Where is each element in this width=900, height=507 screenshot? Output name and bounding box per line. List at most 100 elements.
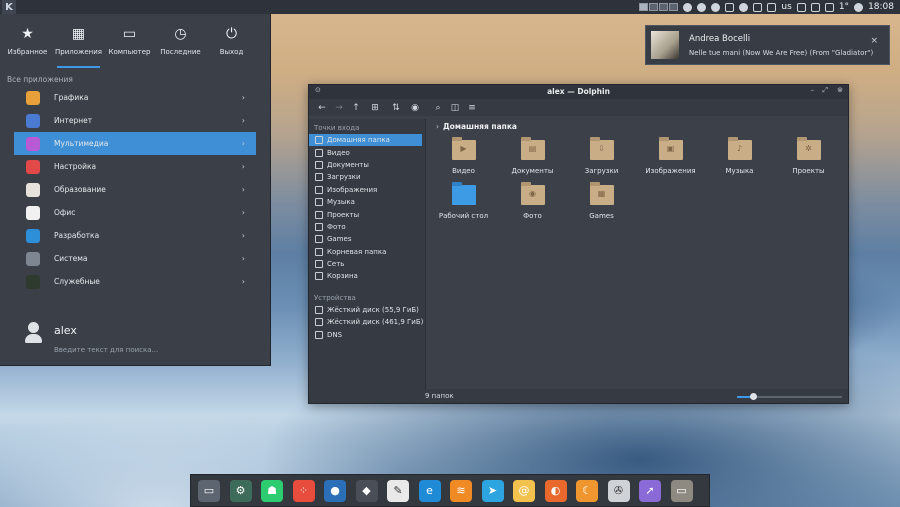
places-item[interactable]: Изображения	[309, 184, 425, 196]
tab-computer[interactable]: ▭ Компьютер	[104, 14, 155, 68]
split-view-icon[interactable]: ◫	[450, 103, 460, 113]
cursor-app-icon[interactable]: ➚	[639, 479, 661, 502]
screen-app-icon[interactable]: ▭	[198, 479, 220, 502]
tab-favorites[interactable]: ★ Избранное	[2, 14, 53, 68]
tab-applications[interactable]: ▦ Приложения	[53, 14, 104, 68]
rss-app-icon[interactable]: ≋	[450, 479, 472, 502]
menu-item[interactable]: Настройка ›	[14, 155, 256, 178]
menu-item[interactable]: Офис ›	[14, 201, 256, 224]
phone-icon[interactable]	[796, 2, 806, 12]
places-item[interactable]: Корневая папка	[309, 246, 425, 258]
file-manager-app-icon[interactable]: ▭	[670, 479, 693, 502]
ghost-app-icon[interactable]: ☗	[261, 479, 283, 502]
breadcrumb[interactable]: › Домашняя папка	[427, 119, 848, 133]
network-icon[interactable]	[810, 2, 820, 12]
media-next-icon[interactable]	[711, 2, 721, 12]
minimize-icon[interactable]: –	[811, 86, 815, 94]
zoom-slider-handle[interactable]	[749, 393, 757, 400]
menu-item[interactable]: Образование ›	[14, 178, 256, 201]
menu-item[interactable]: Интернет ›	[14, 109, 256, 132]
virtual-desktop-pager[interactable]	[639, 3, 679, 11]
maximize-icon[interactable]: ⤢	[822, 86, 828, 95]
screenshot-icon[interactable]	[725, 2, 735, 12]
reel-app-icon[interactable]: ✇	[607, 479, 630, 502]
circle-app-icon[interactable]: ●	[324, 479, 346, 502]
folder-item[interactable]: ▶ Видео	[429, 137, 498, 175]
places-item[interactable]: Загрузки	[309, 171, 425, 183]
search-icon[interactable]: ⌕	[433, 103, 443, 113]
places-item[interactable]: Музыка	[309, 196, 425, 208]
clock[interactable]: 18:08	[868, 2, 894, 12]
media-pause-icon[interactable]	[697, 2, 707, 12]
desktop-2[interactable]	[649, 3, 659, 11]
pdf-app-icon[interactable]: ✎	[387, 479, 409, 502]
folder-item[interactable]: ▦ Games	[567, 182, 636, 220]
places-item[interactable]: Корзина	[309, 270, 425, 282]
croissant-app-icon[interactable]: ☾	[576, 479, 598, 502]
places-item[interactable]: DNS	[309, 328, 425, 340]
forward-icon[interactable]: →	[334, 103, 344, 113]
breadcrumb-current[interactable]: Домашняя папка	[443, 122, 517, 131]
edge-app-icon[interactable]: e	[418, 479, 441, 502]
home-icon	[315, 136, 323, 145]
media-prev-icon[interactable]	[683, 2, 693, 12]
back-icon[interactable]: ←	[317, 103, 327, 113]
notifications-icon[interactable]	[824, 2, 834, 12]
menu-item[interactable]: Система ›	[14, 247, 256, 270]
menu-item[interactable]: Графика ›	[14, 86, 256, 109]
firefox-app-icon[interactable]: ◐	[544, 479, 567, 502]
menu-item[interactable]: Служебные ›	[14, 270, 256, 293]
up-icon[interactable]: ↑	[351, 103, 361, 113]
view-mode-icon[interactable]: ⊞	[368, 103, 382, 113]
places-item[interactable]: Жёсткий диск (461,9 ГиБ)	[309, 316, 425, 328]
folder-item[interactable]: ♪ Музыка	[705, 137, 774, 175]
hamburger-menu-icon[interactable]: ≡	[467, 103, 477, 113]
menu-item[interactable]: Мультимедиа ›	[14, 132, 256, 155]
volume-icon[interactable]	[767, 2, 777, 12]
desktop-1[interactable]	[639, 3, 649, 11]
places-item-label: Корневая папка	[327, 247, 387, 256]
desktop-4[interactable]	[669, 3, 679, 11]
close-icon[interactable]: ⊗	[837, 86, 843, 94]
menu-item[interactable]: Разработка ›	[14, 224, 256, 247]
clipboard-icon[interactable]	[739, 2, 749, 12]
zoom-slider[interactable]	[737, 393, 842, 400]
notification-popup[interactable]: Andrea Bocelli Nelle tue mani (Now We Ar…	[645, 25, 890, 65]
places-item[interactable]: Games	[309, 233, 425, 245]
places-item-label: Проекты	[327, 210, 360, 219]
places-item[interactable]: Жёсткий диск (55,9 ГиБ)	[309, 304, 425, 316]
keyboard-layout[interactable]: us	[781, 2, 791, 12]
weather-icon[interactable]	[854, 2, 864, 12]
gear-round-app-icon[interactable]: ⚙	[229, 479, 252, 502]
folder-item[interactable]: ▣ Изображения	[636, 137, 705, 175]
weather-temperature[interactable]: 1°	[839, 2, 849, 12]
places-item[interactable]: Фото	[309, 221, 425, 233]
folder-item[interactable]: ✲ Проекты	[774, 137, 843, 175]
search-input[interactable]: Введите текст для поиска...	[54, 346, 158, 354]
battery-icon[interactable]	[753, 2, 763, 12]
tab-leave[interactable]: ⏻ Выход	[206, 14, 257, 68]
sort-icon[interactable]: ⇅	[389, 103, 403, 113]
folder-item[interactable]: Рабочий стол	[429, 182, 498, 220]
tab-recent[interactable]: ◷ Последние	[155, 14, 206, 68]
close-icon[interactable]: ×	[870, 36, 878, 46]
places-item[interactable]: Проекты	[309, 208, 425, 220]
folder-item[interactable]: ⇩ Загрузки	[567, 137, 636, 175]
places-item[interactable]: Документы	[309, 159, 425, 171]
diamond-app-icon[interactable]: ◆	[355, 479, 378, 502]
application-launcher-button[interactable]: K	[2, 0, 16, 14]
desktop-3[interactable]	[659, 3, 669, 11]
places-item[interactable]: Видео	[309, 146, 425, 158]
dots-app-icon[interactable]: ⁘	[292, 479, 315, 502]
mail-app-icon[interactable]: @	[513, 479, 535, 502]
folder-images-icon: ▣	[658, 137, 683, 160]
avatar[interactable]	[24, 322, 44, 344]
telegram-app-icon[interactable]: ➤	[481, 479, 504, 502]
file-view[interactable]: › Домашняя папка ▶ Видео ▤ Документы ⇩ Загрузк…	[427, 119, 848, 391]
folder-item[interactable]: ◉ Фото	[498, 182, 567, 220]
window-titlebar[interactable]: ⊙ alex — Dolphin – ⤢ ⊗	[309, 85, 848, 99]
places-item[interactable]: Домашняя папка	[309, 134, 422, 147]
folder-item[interactable]: ▤ Документы	[498, 137, 567, 175]
places-item[interactable]: Сеть	[309, 258, 425, 270]
preview-icon[interactable]: ◉	[410, 103, 420, 113]
